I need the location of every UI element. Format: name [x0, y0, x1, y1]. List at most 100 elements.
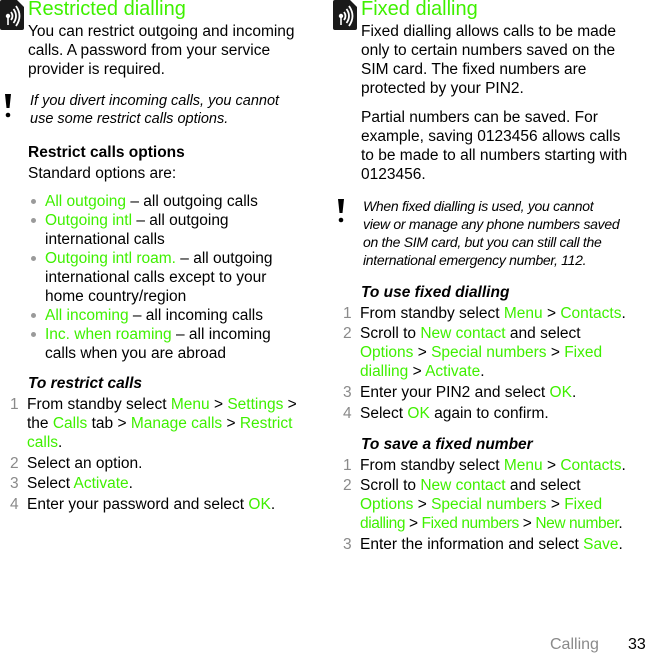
options-link: Options	[360, 344, 414, 361]
special-numbers-link: Special numbers	[431, 496, 547, 513]
procedure-title: To save a fixed number	[361, 436, 533, 453]
separator: >	[405, 515, 422, 532]
activate-link: Activate	[425, 363, 481, 380]
note-line: use some restrict calls options.	[30, 111, 229, 127]
manage-calls-link: Manage calls	[130, 415, 223, 432]
new-contact-link: New contact	[420, 325, 506, 342]
step-text: Scroll to	[360, 477, 421, 494]
step-text: Select an option.	[27, 455, 143, 472]
exclamation-icon	[338, 199, 344, 223]
step-number: 4	[343, 405, 352, 422]
option-desc: – all incoming	[175, 326, 271, 343]
bullet-icon	[31, 313, 36, 318]
step: 2 Scroll to New contact and select Optio…	[343, 324, 626, 381]
separator: >	[209, 396, 228, 413]
option-desc: – all outgoing calls	[130, 193, 258, 210]
step-text: .	[618, 536, 623, 553]
note-line: When fixed dialling is used, you cannot	[363, 198, 594, 214]
fixed-dialling-link: Fixed	[564, 496, 603, 513]
list-item: Outgoing intl – all outgoing internation…	[28, 211, 273, 249]
options-intro: Standard options are:	[28, 165, 177, 182]
separator: >	[542, 457, 561, 474]
step-text: and select	[505, 477, 581, 494]
note-line: international emergency number, 112.	[363, 252, 587, 268]
bullet-icon	[31, 199, 36, 204]
options-heading: Restrict calls options	[28, 144, 185, 161]
bullet-icon	[31, 332, 36, 337]
option-name: All outgoing	[45, 193, 127, 210]
intro-line: SIM card. The fixed numbers are	[361, 61, 587, 78]
step: 4 Select OK again to confirm.	[343, 404, 626, 423]
separator: >	[546, 496, 565, 513]
intro-line: to be made to all numbers starting with	[361, 147, 628, 164]
step-text: From standby select	[360, 457, 504, 474]
option-desc: international calls except to your	[45, 269, 267, 286]
step-text: Select	[27, 475, 74, 492]
fixed-numbers-link: Fixed numbers	[421, 515, 520, 532]
step-line: the Calls tab > Manage calls > Restrict	[27, 414, 297, 433]
step-number: 3	[10, 475, 19, 492]
menu-link: Menu	[503, 305, 543, 322]
list-item: Outgoing intl roam. – all outgoing inter…	[28, 249, 273, 306]
options-list: All outgoing – all outgoing calls Outgoi…	[28, 192, 273, 363]
calls-tab-link: Calls	[52, 415, 88, 432]
contacts-link: Contacts	[560, 457, 622, 474]
restrict-calls-link: calls	[27, 434, 59, 451]
step: 1 From standby select Menu > Contacts.	[343, 456, 626, 475]
list-item: All incoming – all incoming calls	[28, 306, 273, 325]
separator: >	[408, 363, 426, 380]
step-text: From standby select	[27, 396, 171, 413]
option-desc: – all outgoing	[180, 250, 273, 267]
step-text: Enter the information and select	[360, 536, 584, 553]
note-text: When fixed dialling is used, you cannot …	[363, 197, 620, 269]
step-text: again to confirm.	[429, 405, 549, 422]
step-line: Options > Special numbers > Fixed	[360, 495, 626, 514]
step: 3 Select Activate.	[10, 474, 297, 493]
step: 4 Enter your password and select OK.	[10, 495, 297, 514]
intro-line: Partial numbers can be saved. For	[361, 109, 598, 126]
step-text: Enter your PIN2 and select	[360, 384, 550, 401]
step: 2 Scroll to New contact and select Optio…	[343, 476, 626, 533]
step: 3 Enter the information and select Save.	[343, 535, 626, 554]
menu-link: Menu	[170, 396, 210, 413]
option-name: Outgoing intl	[45, 212, 133, 229]
step-text: .	[58, 434, 63, 451]
bullet-icon	[31, 218, 36, 223]
separator: >	[546, 344, 565, 361]
intro-line: provider is required.	[28, 61, 165, 78]
step-number: 3	[343, 536, 352, 553]
options-link: Options	[360, 496, 414, 513]
bullet-icon	[31, 256, 36, 261]
step-text: .	[618, 515, 623, 532]
step: 1 From standby select Menu > Contacts.	[343, 304, 626, 323]
step-number: 1	[343, 457, 352, 474]
partial-numbers-paragraph: Partial numbers can be saved. For exampl…	[361, 108, 627, 184]
step: 3 Enter your PIN2 and select OK.	[343, 383, 626, 402]
page-number: 33	[628, 636, 646, 653]
use-fixed-dialling-steps: 1 From standby select Menu > Contacts. 2…	[343, 304, 626, 423]
save-fixed-number-steps: 1 From standby select Menu > Contacts. 2…	[343, 456, 626, 554]
network-service-icon	[333, 0, 357, 30]
option-name: Outgoing intl roam.	[45, 250, 176, 267]
step-text: Scroll to	[360, 325, 421, 342]
option-desc: international calls	[45, 231, 165, 248]
step-number: 4	[10, 496, 19, 513]
option-desc: – all incoming calls	[132, 307, 263, 324]
list-item: Inc. when roaming – all incoming calls w…	[28, 325, 273, 363]
separator: >	[413, 496, 432, 513]
footer-section-name: Calling	[550, 636, 599, 653]
list-item: All outgoing – all outgoing calls	[28, 192, 273, 211]
section-title: Fixed dialling	[361, 0, 478, 20]
note-text: If you divert incoming calls, you cannot…	[30, 92, 279, 128]
special-numbers-link: Special numbers	[431, 344, 547, 361]
step-text: Enter your password and select	[27, 496, 249, 513]
note-line: on the SIM card, but you can still call …	[363, 234, 602, 250]
network-service-icon	[0, 0, 24, 30]
intro-line: only to certain numbers saved on the	[361, 42, 616, 59]
separator: >	[413, 344, 432, 361]
step-text: and select	[505, 325, 581, 342]
section-title: Restricted dialling	[28, 0, 186, 20]
step-line: dialling > Fixed numbers > New number.	[360, 514, 626, 533]
intro-line: Fixed dialling allows calls to be made	[361, 23, 617, 40]
step-text: tab >	[87, 415, 131, 432]
